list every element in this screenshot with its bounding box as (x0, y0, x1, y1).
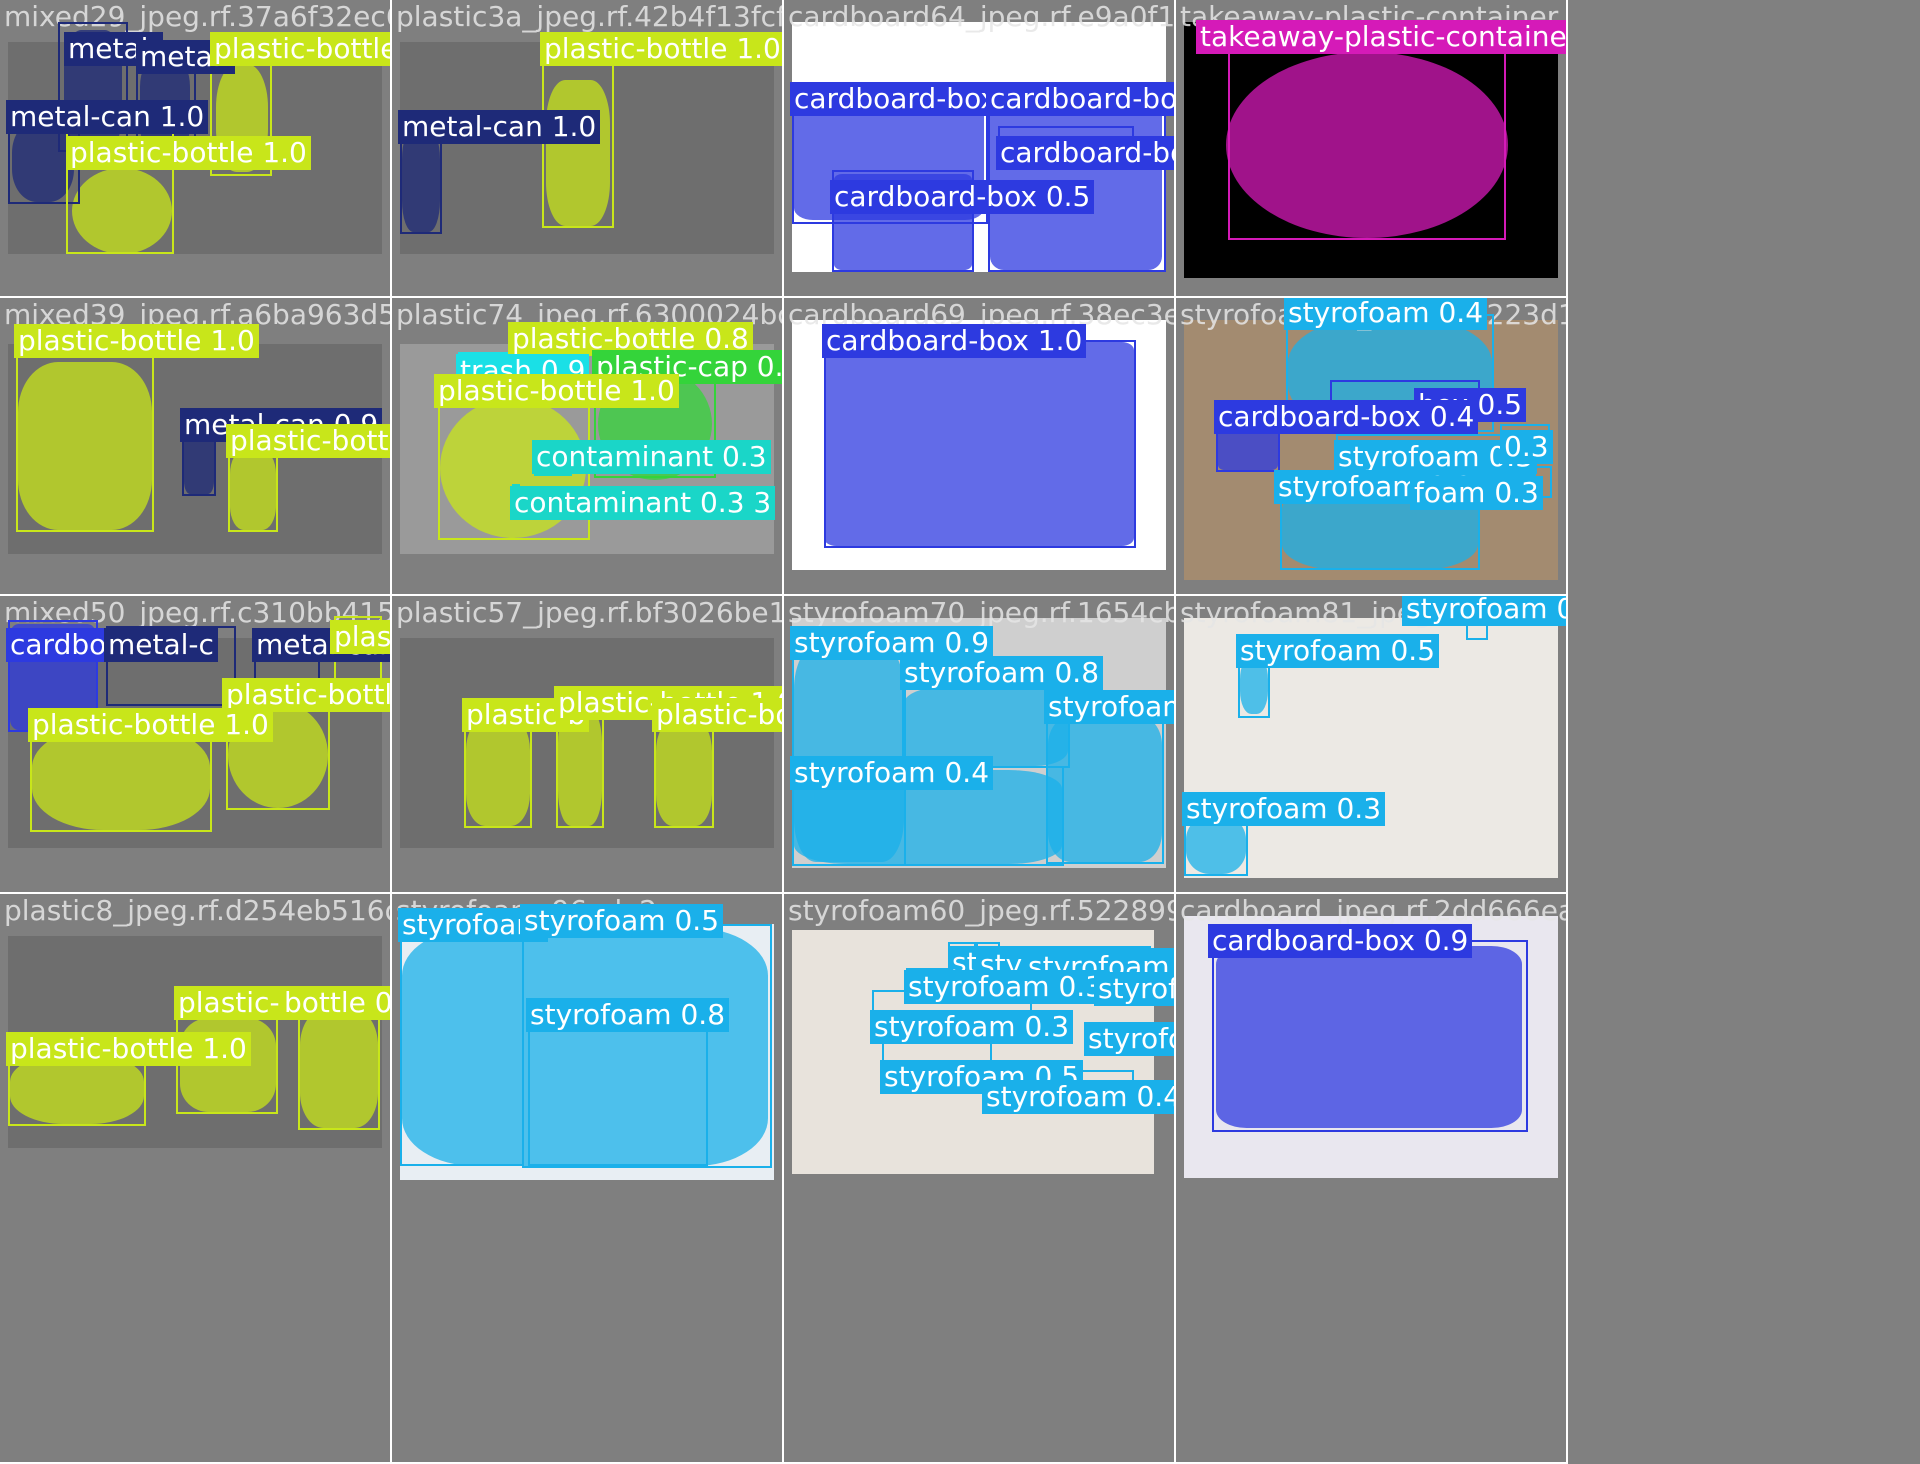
mosaic-tile: styrofoam69_jpeg.rf.b223d14cstyrofoam 0.… (1176, 298, 1568, 596)
detection-label: plastic-bottle 0.9 (330, 620, 390, 654)
detection-label: plastic-bottle 1.0 (6, 1032, 251, 1066)
detection-label: styrofoam 0.7 (1402, 596, 1566, 626)
detection-label: styrofoam 0.4 (1284, 298, 1488, 330)
mosaic-tile: styrofoam70_jpeg.rf.1654cb0747styrofoam … (784, 596, 1176, 894)
image-filename: styrofoam60_jpeg.rf.52289925d5 (788, 894, 1174, 927)
detection-label: styrofoam 0.4 (982, 1080, 1174, 1114)
detection-label: styrofoam 0.9 (790, 626, 994, 660)
detection-label: plastic-bottle 1.0 (434, 374, 679, 408)
detection-label: plastic-bottle 1.0 (222, 678, 390, 712)
image-filename: plastic57_jpeg.rf.bf3026be196e43 (396, 596, 782, 629)
detection-label: styrofoam 0.3 (904, 970, 1108, 1004)
detection-label: plastic-bottle 1.0 (226, 424, 390, 458)
mosaic-tile: plastic8_jpeg.rf.d254eb516d8e9 plastic-bo… (0, 894, 392, 1464)
detection-label: styrofoam 0.4 (1094, 972, 1174, 1006)
bounding-box (400, 926, 524, 1166)
mosaic-tile: cardboard69_jpeg.rf.38ec3ebbacardboard-b… (784, 298, 1176, 596)
detection-label: styrofoam 0.8 (900, 656, 1104, 690)
prediction-mosaic: mixed29_jpeg.rf.37a6f32ec693ametal-metal… (0, 0, 1920, 1464)
detection-label: metal-can 1.0 (6, 100, 209, 134)
detection-label: styrofoam 0.3 (1084, 1022, 1174, 1056)
detection-label: plastic-bottle 1.0 (28, 708, 273, 742)
detection-label: cardboard-box 0.4 (1214, 400, 1479, 434)
detection-label: foam 0.3 (1410, 476, 1543, 510)
detection-label: cardboard-box 0.5 (830, 180, 1095, 214)
detection-label: styrofoam 0.5 (520, 904, 724, 938)
detection-label: takeaway-plastic-container 1.0 (1196, 20, 1566, 54)
detection-label: cardboard-box 0.9 (1208, 924, 1473, 958)
mosaic-tile: mixed29_jpeg.rf.37a6f32ec693ametal-metal… (0, 0, 392, 298)
mosaic-tile: styrofoam_96ada2cstyrofoamstyrofoam 0.5s… (392, 894, 784, 1464)
bounding-box (654, 716, 714, 828)
detection-label: styrofoam 0.5 (1236, 634, 1440, 668)
image-filename: plastic8_jpeg.rf.d254eb516d8e9 (4, 894, 390, 927)
detection-label: contaminant 0.3 (532, 440, 771, 474)
detection-label: plastic-bottle 1.0 (210, 32, 390, 66)
detection-label: styrofoam 0.3 (1182, 792, 1386, 826)
mosaic-tile: mixed39_jpeg.rf.a6ba963d58edcplastic-bot… (0, 298, 392, 596)
detection-label: cardboard-box 0.5 (986, 82, 1174, 116)
bounding-box (228, 446, 278, 532)
mosaic-tile: plastic74_jpeg.rf.6300024bd23aplastic-bo… (392, 298, 784, 596)
mosaic-tile: plastic57_jpeg.rf.bf3026be196e43 plastic-… (392, 596, 784, 894)
bounding-box (298, 1006, 380, 1130)
mosaic-tile: plastic3a_jpeg.rf.42b4f13fcf19acplastic-… (392, 0, 784, 298)
detection-label: styrofoam 0.3 (870, 1010, 1074, 1044)
detection-label: styrofoam 0.4 (790, 756, 994, 790)
image-filename: styrofoam70_jpeg.rf.1654cb0747 (788, 596, 1176, 629)
bounding-box (1212, 940, 1528, 1132)
detection-label: plastic-bottle 1.0 (540, 32, 782, 66)
image-filename: cardboard64_jpeg.rf.e9a0f1c3e5 (788, 0, 1176, 33)
image-filename: cardboard_jpeg.rf.2dd666eaa (1180, 894, 1568, 927)
detection-label: plastic-bottle 1.0 (66, 136, 311, 170)
bounding-box (1228, 44, 1506, 240)
mosaic-tile: cardboard_jpeg.rf.2dd666eaa cardboard-box… (1176, 894, 1568, 1464)
mosaic-tile: cardboard64_jpeg.rf.e9a0f1c3e5 cardboard-… (784, 0, 1176, 298)
detection-label: bottle 0.9 (280, 986, 390, 1020)
detection-label: cardboard-box 0.8 (996, 136, 1174, 170)
mosaic-tile: takeaway-plastic-container... takeaway-pl… (1176, 0, 1568, 298)
detection-label: contaminant 0.3 3 (510, 486, 776, 520)
detection-label: styrofoam 0.8 (526, 998, 730, 1032)
detection-label: styrofoam 0.9 (1044, 690, 1174, 724)
bounding-box (16, 344, 154, 532)
image-filename: plastic3a_jpeg.rf.42b4f13fcf19ac (396, 0, 784, 33)
bounding-box (824, 340, 1136, 548)
detection-label: metal-can 1.0 (398, 110, 601, 144)
mosaic-tile: styrofoam81_jpeg.rf.ca17styrofoam 0.7sty… (1176, 596, 1568, 894)
detection-label: plastic-bottle 1.0 (14, 324, 259, 358)
detection-label: cardboard-box 1.0 (822, 324, 1087, 358)
detection-label: metal-c (104, 628, 218, 662)
detection-label: 0.3 (1500, 430, 1553, 464)
mosaic-tile: styrofoam60_jpeg.rf.52289925d5 styrofoam … (784, 894, 1176, 1464)
mosaic-tile: mixed50_jpeg.rf.c310bb415 cardboar metal-c… (0, 596, 392, 894)
detection-label: plastic-bottle 1.0 (652, 698, 782, 732)
